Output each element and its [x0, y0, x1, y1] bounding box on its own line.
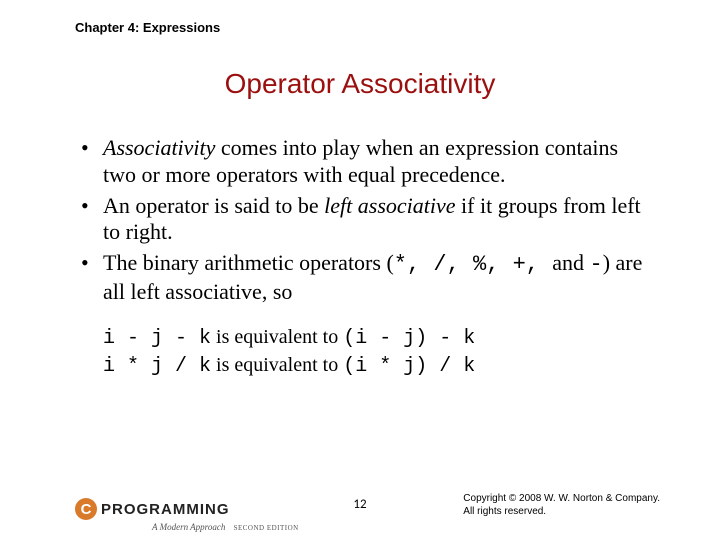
chapter-header: Chapter 4: Expressions [75, 20, 220, 35]
emphasis-associativity: Associativity [103, 135, 215, 160]
bullet-2-pre: An operator is said to be [103, 193, 324, 218]
example-2: i * j / k is equivalent to (i * j) / k [103, 352, 655, 380]
example-2-mid: is equivalent to [211, 354, 343, 376]
example-1-mid: is equivalent to [211, 326, 343, 348]
operators-list: *, /, %, +, [394, 252, 552, 277]
bullet-3-pre: The binary arithmetic operators ( [103, 250, 394, 275]
example-2-lhs: i * j / k [103, 355, 211, 378]
bullet-3: The binary arithmetic operators (*, /, %… [75, 250, 655, 306]
copyright-notice: Copyright © 2008 W. W. Norton & Company.… [463, 492, 660, 518]
copyright-line-2: All rights reserved. [463, 505, 660, 518]
slide-footer: C PROGRAMMING A Modern Approach SECOND E… [0, 482, 720, 522]
example-1: i - j - k is equivalent to (i - j) - k [103, 324, 655, 352]
example-2-rhs: (i * j) / k [343, 355, 475, 378]
example-1-rhs: (i - j) - k [343, 327, 475, 350]
example-1-lhs: i - j - k [103, 327, 211, 350]
bullet-3-and: and [552, 250, 589, 275]
logo-subtitle: A Modern Approach SECOND EDITION [152, 522, 299, 532]
bullet-1: Associativity comes into play when an ex… [75, 135, 655, 189]
examples-block: i - j - k is equivalent to (i - j) - k i… [103, 324, 655, 380]
bullet-2: An operator is said to be left associati… [75, 193, 655, 247]
operator-minus: - [589, 252, 602, 277]
copyright-line-1: Copyright © 2008 W. W. Norton & Company. [463, 492, 660, 505]
slide-body: Associativity comes into play when an ex… [75, 135, 655, 380]
emphasis-left-associative: left associative [324, 193, 455, 218]
slide-title: Operator Associativity [0, 68, 720, 100]
